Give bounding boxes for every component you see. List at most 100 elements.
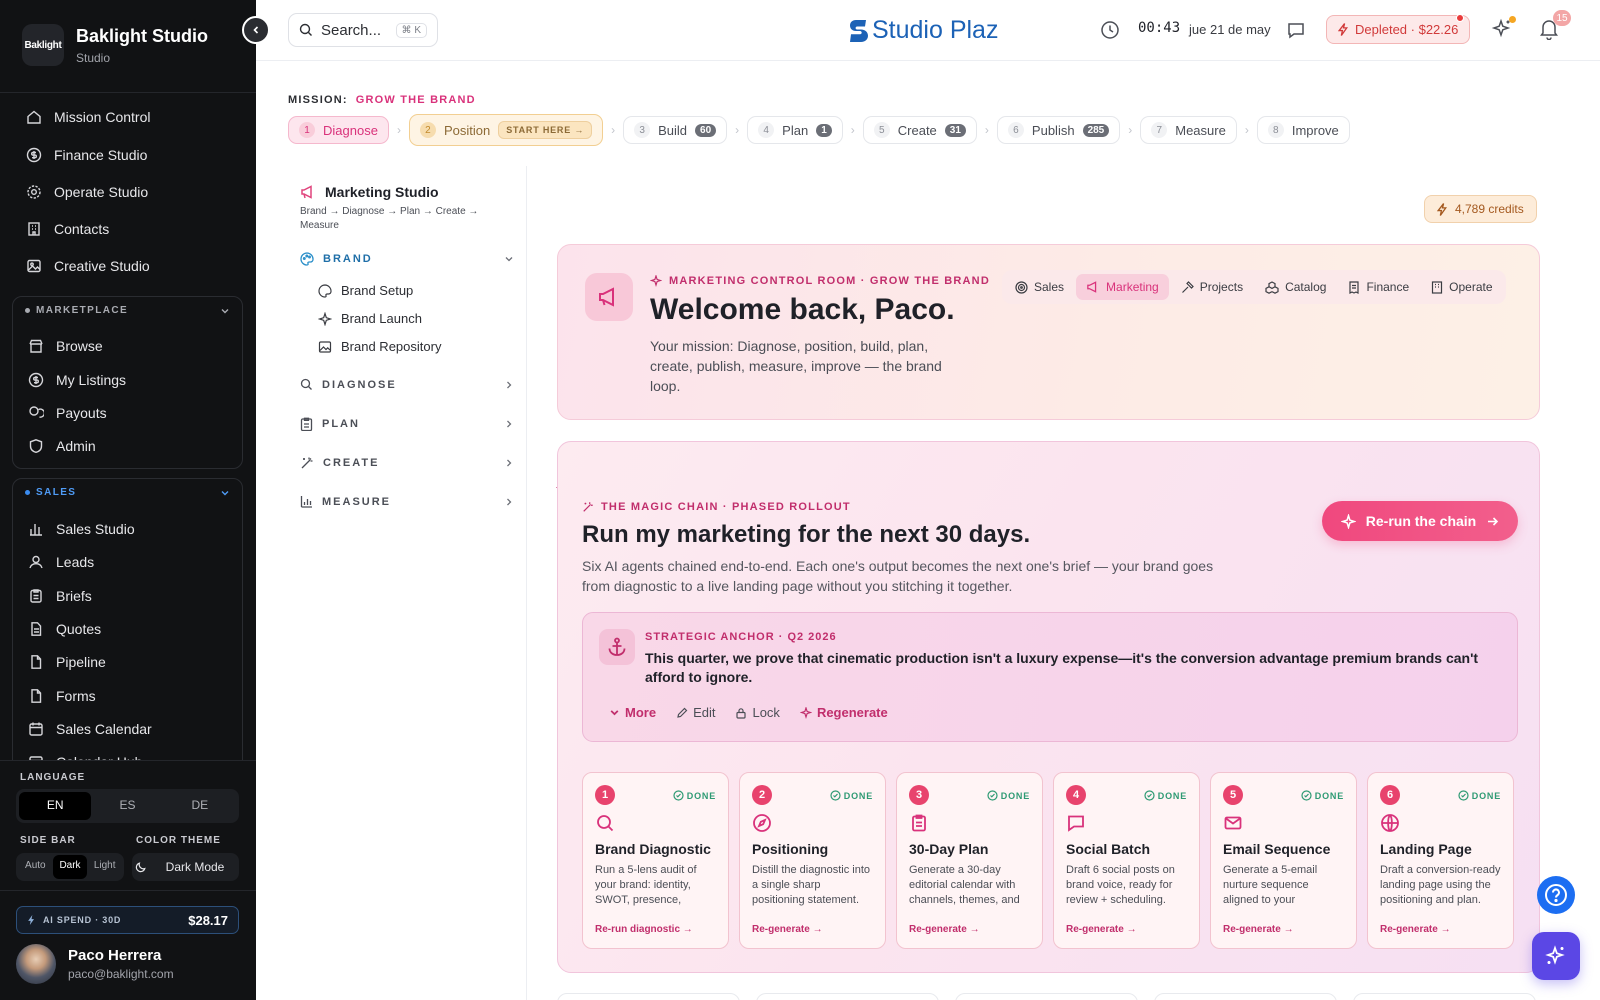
language-option-es[interactable]: ES	[91, 792, 163, 820]
step-measure[interactable]: 7 Measure	[1140, 116, 1237, 144]
section-diagnose[interactable]: DIAGNOSE	[300, 378, 514, 391]
card-action-link[interactable]: Re-generate →	[1066, 924, 1137, 935]
nav-quotes[interactable]: Quotes	[28, 621, 101, 637]
lock-icon	[736, 707, 747, 719]
color-theme-toggle[interactable]: Dark Mode	[132, 853, 239, 881]
ai-spend-badge[interactable]: AI SPEND · 30D $28.17	[16, 906, 239, 934]
help-button[interactable]	[1537, 876, 1575, 914]
nav-leads[interactable]: Leads	[28, 554, 94, 570]
top-bar: Search... ⌘ K Studio Plaz 00:43 jue 21 d…	[256, 0, 1600, 61]
summary-card[interactable]	[1353, 993, 1536, 1000]
section-plan[interactable]: PLAN	[300, 417, 514, 431]
nav-mission-control[interactable]: Mission Control	[26, 109, 150, 125]
chain-card-brand-diagnostic[interactable]: 1 DONE Brand Diagnostic Run a 5-lens aud…	[582, 772, 729, 949]
check-circle-icon	[1458, 790, 1469, 801]
tab-projects[interactable]: Projects	[1171, 274, 1253, 300]
section-measure[interactable]: MEASURE	[300, 495, 514, 508]
nav-sales-calendar[interactable]: Sales Calendar	[28, 721, 152, 737]
clock-icon[interactable]	[1100, 20, 1120, 40]
card-number: 6	[1380, 785, 1400, 805]
nav-pipeline[interactable]: Pipeline	[28, 654, 106, 670]
summary-card[interactable]	[1154, 993, 1337, 1000]
edit-button[interactable]: Edit	[676, 705, 715, 720]
nav-creative-studio[interactable]: Creative Studio	[26, 258, 150, 274]
language-option-en[interactable]: EN	[19, 792, 92, 820]
credits-depleted-badge[interactable]: Depleted · $22.26	[1326, 14, 1471, 44]
credits-badge[interactable]: 4,789 credits	[1424, 195, 1537, 223]
chain-card-positioning[interactable]: 2 DONE Positioning Distill the diagnosti…	[739, 772, 886, 949]
regenerate-button[interactable]: Regenerate	[799, 705, 888, 720]
chain-card-social-batch[interactable]: 4 DONE Social Batch Draft 6 social posts…	[1053, 772, 1200, 949]
start-here-button[interactable]: START HERE →	[498, 121, 593, 139]
ai-assistant-fab[interactable]	[1532, 932, 1580, 980]
language-option-de[interactable]: DE	[164, 792, 236, 820]
search-input[interactable]: Search... ⌘ K	[288, 13, 438, 47]
step-publish[interactable]: 6 Publish 285	[996, 116, 1121, 144]
nav-sales-studio[interactable]: Sales Studio	[28, 521, 135, 537]
nav-operate-studio[interactable]: Operate Studio	[26, 184, 148, 200]
subnav-brand-launch[interactable]: Brand Launch	[318, 311, 422, 326]
card-action-link[interactable]: Re-generate →	[1223, 924, 1294, 935]
marketplace-toggle[interactable]: MARKETPLACE	[25, 305, 230, 316]
subnav-brand-setup[interactable]: Brand Setup	[318, 283, 413, 298]
nav-briefs[interactable]: Briefs	[28, 588, 92, 604]
brand-switcher[interactable]: Baklight Baklight Studio Studio	[22, 24, 208, 66]
user-profile[interactable]: Paco Herrera paco@baklight.com	[16, 944, 174, 984]
chain-card-email-sequence[interactable]: 5 DONE Email Sequence Generate a 5-email…	[1210, 772, 1357, 949]
ai-assistant-button[interactable]	[1491, 16, 1516, 40]
step-plan[interactable]: 4 Plan 1	[747, 116, 843, 144]
sidebar-mode-light[interactable]: Light	[87, 855, 122, 879]
nav-contacts[interactable]: Contacts	[26, 221, 109, 237]
sidebar-mode-dark[interactable]: Dark	[52, 855, 88, 879]
tab-finance[interactable]: Finance	[1338, 274, 1419, 300]
nav-browse[interactable]: Browse	[28, 338, 103, 354]
subnav-brand-repository[interactable]: Brand Repository	[318, 339, 441, 354]
rerun-chain-button[interactable]: Re-run the chain	[1322, 501, 1518, 541]
step-improve[interactable]: 8 Improve	[1256, 116, 1350, 144]
nav-finance-studio[interactable]: Finance Studio	[26, 147, 147, 163]
notifications-button[interactable]: 15	[1539, 10, 1571, 40]
step-create[interactable]: 5 Create 31	[862, 116, 977, 144]
sales-toggle[interactable]: SALES	[25, 487, 230, 498]
step-build[interactable]: 3 Build 60	[623, 116, 728, 144]
nav-admin[interactable]: Admin	[28, 438, 96, 454]
card-action-link[interactable]: Re-generate →	[909, 924, 980, 935]
chain-card-30-day-plan[interactable]: 3 DONE 30-Day Plan Generate a 30-day edi…	[896, 772, 1043, 949]
tab-sales[interactable]: Sales	[1005, 274, 1074, 300]
card-action-link[interactable]: Re-run diagnostic →	[595, 924, 693, 935]
nav-payouts[interactable]: Payouts	[28, 405, 107, 421]
step-count: 60	[695, 123, 717, 137]
nav-my-listings[interactable]: My Listings	[28, 372, 126, 388]
summary-card[interactable]	[955, 993, 1138, 1000]
nav-forms[interactable]: Forms	[28, 688, 96, 704]
summary-card[interactable]	[756, 993, 939, 1000]
chain-card-landing-page[interactable]: 6 DONE Landing Page Draft a conversion-r…	[1367, 772, 1514, 949]
moon-icon	[135, 862, 146, 873]
card-title: 30-Day Plan	[909, 841, 989, 857]
tab-marketing[interactable]: Marketing	[1076, 274, 1169, 300]
card-action-link[interactable]: Re-generate →	[1380, 924, 1451, 935]
step-diagnose[interactable]: 1 Diagnose	[288, 116, 389, 144]
chevron-right-icon: ›	[984, 123, 989, 137]
subnav-path: Brand → Diagnose → Plan → Create → Measu…	[300, 206, 479, 231]
ai-spend-value: $28.17	[188, 912, 228, 928]
nav-label: Sales Studio	[56, 521, 135, 537]
card-action-link[interactable]: Re-generate →	[752, 924, 823, 935]
more-button[interactable]: More	[609, 705, 656, 720]
tab-operate[interactable]: Operate	[1421, 274, 1502, 300]
chevron-down-icon	[610, 710, 619, 716]
studio-tabs: Sales Marketing Projects Catalog Finance…	[1002, 270, 1506, 304]
lock-button[interactable]: Lock	[735, 705, 780, 720]
sidebar-mode-auto[interactable]: Auto	[18, 855, 53, 879]
magic-chain-panel: THE MAGIC CHAIN · PHASED ROLLOUT Run my …	[557, 441, 1540, 973]
collapse-sidebar-button[interactable]	[242, 16, 270, 44]
section-create[interactable]: CREATE	[300, 456, 514, 470]
tab-catalog[interactable]: Catalog	[1255, 274, 1336, 300]
regenerate-label: Regenerate	[816, 705, 888, 720]
chat-icon[interactable]	[1286, 20, 1306, 40]
step-position[interactable]: 2 Position START HERE →	[408, 114, 604, 146]
app-logo[interactable]: Studio Plaz	[850, 16, 998, 45]
pencil-icon	[677, 707, 688, 718]
section-brand[interactable]: BRAND	[300, 252, 514, 266]
summary-card[interactable]	[557, 993, 740, 1000]
